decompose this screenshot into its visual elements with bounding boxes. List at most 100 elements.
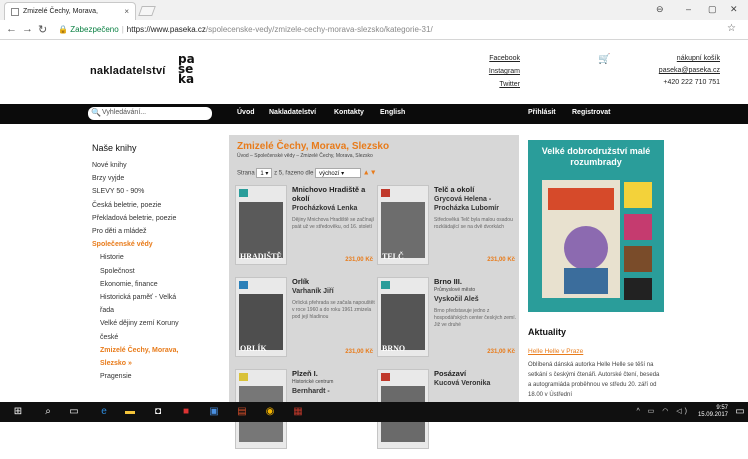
window-close-icon[interactable]: ✕ [730,4,738,15]
sort-select[interactable]: výchozí ▾ [315,168,362,178]
notifications-icon[interactable]: ▭ [734,406,746,418]
cart-link[interactable]: nákupní košík [600,55,720,62]
book-author[interactable]: Grycová Helena - Procházka Lubomír [434,195,518,213]
facebook-link[interactable]: Facebook [470,55,520,62]
series-mark [381,281,390,289]
subcategory-item[interactable]: řada [100,307,114,314]
cover-title: ORLÍK [240,344,267,353]
book-title[interactable]: Posázaví [434,369,518,378]
subcategory-item[interactable]: české [100,334,118,341]
book-author[interactable]: Procházková Lenka [292,204,376,213]
file-explorer-icon[interactable]: ▬ [124,406,136,418]
category-item[interactable]: Nové knihy [92,162,127,169]
book-author[interactable]: Kucová Veronika [434,379,518,388]
book-card[interactable]: HRADIŠTĚ Mnichovo Hradiště a okolí Procház… [235,185,375,275]
book-cover[interactable]: HRADIŠTĚ [235,185,287,265]
book-subtitle: Průmyslové město [434,287,476,293]
subcategory-item[interactable]: Pragensie [100,373,132,380]
book-card[interactable]: TELČ Telč a okolí Grycová Helena - Procház… [377,185,517,275]
bookmark-star-icon[interactable]: ☆ [727,23,736,34]
page-select[interactable]: 1 ▾ [256,168,273,178]
browser-tab[interactable]: Zmizelé Čechy, Morava, × [4,2,136,20]
register-link[interactable]: Registrovat [572,109,611,116]
series-mark [381,373,390,381]
system-tray[interactable]: ^ ▭ ◠ ◁) [636,407,690,415]
nav-kontakty[interactable]: Kontakty [334,109,364,116]
category-item[interactable]: Překladová beletrie, poezie [92,215,176,222]
book-cover[interactable]: BRNO [377,277,429,357]
breadcrumb[interactable]: Úvod – Společenské vědy – Zmizelé Čechy,… [237,153,373,159]
book-author[interactable]: Varhaník Jiří [292,287,376,296]
url-path: /spolecenske-vedy/zmizele-cechy-morava-s… [205,25,433,34]
category-item[interactable]: SLEVY 50 - 90% [92,188,144,195]
login-link[interactable]: Přihlásit [528,109,556,116]
subcategory-item[interactable]: Historická paměť - Velká [100,294,176,301]
book-cover[interactable]: ORLÍK [235,277,287,357]
start-icon[interactable]: ⊞ [12,406,24,418]
clock[interactable]: 9:57 15.09.2017 [698,405,728,419]
subcategory-item[interactable]: Velké dějiny zemí Koruny [100,320,179,327]
book-title[interactable]: Brno III. [434,277,518,286]
app-icon[interactable]: ■ [180,406,192,418]
book-title[interactable]: Mnichovo Hradiště a okolí [292,185,376,203]
category-item[interactable]: Společenské vědy [92,241,153,248]
twitter-link[interactable]: Twitter [470,81,520,88]
news-link[interactable]: Helle Helle v Praze [528,348,583,355]
page-label: Strana [237,170,255,177]
forward-icon[interactable]: → [22,23,33,35]
book-description: Brno představuje jedno z hospodářských c… [434,308,516,328]
sort-direction-icon[interactable]: ▲▼ [363,170,377,177]
reload-icon[interactable]: ↻ [38,23,47,36]
edge-icon[interactable]: e [98,406,110,418]
book-cover[interactable]: TELČ [377,185,429,265]
promo-banner[interactable]: Velké dobrodružství malé rozumbrady [528,140,664,312]
profile-icon[interactable]: ⊖ [656,4,664,15]
powerpoint-icon[interactable]: ▤ [236,406,248,418]
news-title: Aktuality [528,327,567,337]
url-input[interactable]: 🔒 Zabezpečeno | https://www.paseka.cz/spol… [58,23,728,37]
minimize-icon[interactable]: – [686,4,691,14]
maximize-icon[interactable]: ▢ [708,4,717,15]
search-icon[interactable]: ⌕ [42,406,54,418]
category-item[interactable]: Česká beletrie, poezie [92,202,161,209]
nav-uvod[interactable]: Úvod [237,109,255,116]
search-input[interactable]: 🔍 Vyhledávání... [88,107,212,120]
phone-number: +420 222 710 751 [663,79,720,86]
book-title[interactable]: Plzeň I. [292,369,376,378]
close-icon[interactable]: × [124,7,129,16]
nav-nakladatelstvi[interactable]: Nakladatelství [269,109,316,116]
subcategory-item[interactable]: Historie [100,254,124,261]
new-tab-button[interactable] [138,6,156,16]
back-icon[interactable]: ← [6,23,17,35]
book-title[interactable]: Orlík [292,277,376,286]
category-item[interactable]: Brzy vyjde [92,175,124,182]
news-text: Oblíbená dánská autorka Helle Helle se t… [528,362,660,398]
secure-label: Zabezpečeno [70,25,119,34]
book-author[interactable]: Bernhardt - [292,387,376,396]
series-mark [239,373,248,381]
brand-text[interactable]: nakladatelství [90,65,166,77]
instagram-link[interactable]: Instagram [470,68,520,75]
tab-title: Zmizelé Čechy, Morava, [23,8,98,15]
task-view-icon[interactable]: ▭ [68,406,80,418]
cover-photo [239,294,283,350]
email-link[interactable]: paseka@paseka.cz [600,67,720,74]
book-card[interactable]: BRNO Brno III. Průmyslové město Vyskočil Al… [377,277,517,367]
book-card[interactable]: ORLÍK Orlík Varhaník Jiří Orlická přehrada … [235,277,375,367]
categories-title: Naše knihy [92,143,137,153]
subcategory-item[interactable]: Slezsko » [100,360,132,367]
subcategory-item[interactable]: Ekonomie, finance [100,281,158,288]
store-icon[interactable]: ◘ [152,406,164,418]
subcategory-item[interactable]: Zmizelé Čechy, Morava, [100,347,178,354]
photos-icon[interactable]: ▣ [208,406,220,418]
cover-photo [239,202,283,258]
brand-logo[interactable]: pa se ka [178,53,208,85]
book-description: Orlická přehrada se začala napouštět v r… [292,300,375,320]
book-title[interactable]: Telč a okolí [434,185,518,194]
chrome-icon[interactable]: ◉ [264,406,276,418]
book-author[interactable]: Vyskočil Aleš [434,295,518,304]
pdf-icon[interactable]: ▦ [292,406,304,418]
subcategory-item[interactable]: Společnost [100,268,135,275]
category-item[interactable]: Pro děti a mládež [92,228,146,235]
nav-english[interactable]: English [380,109,405,116]
